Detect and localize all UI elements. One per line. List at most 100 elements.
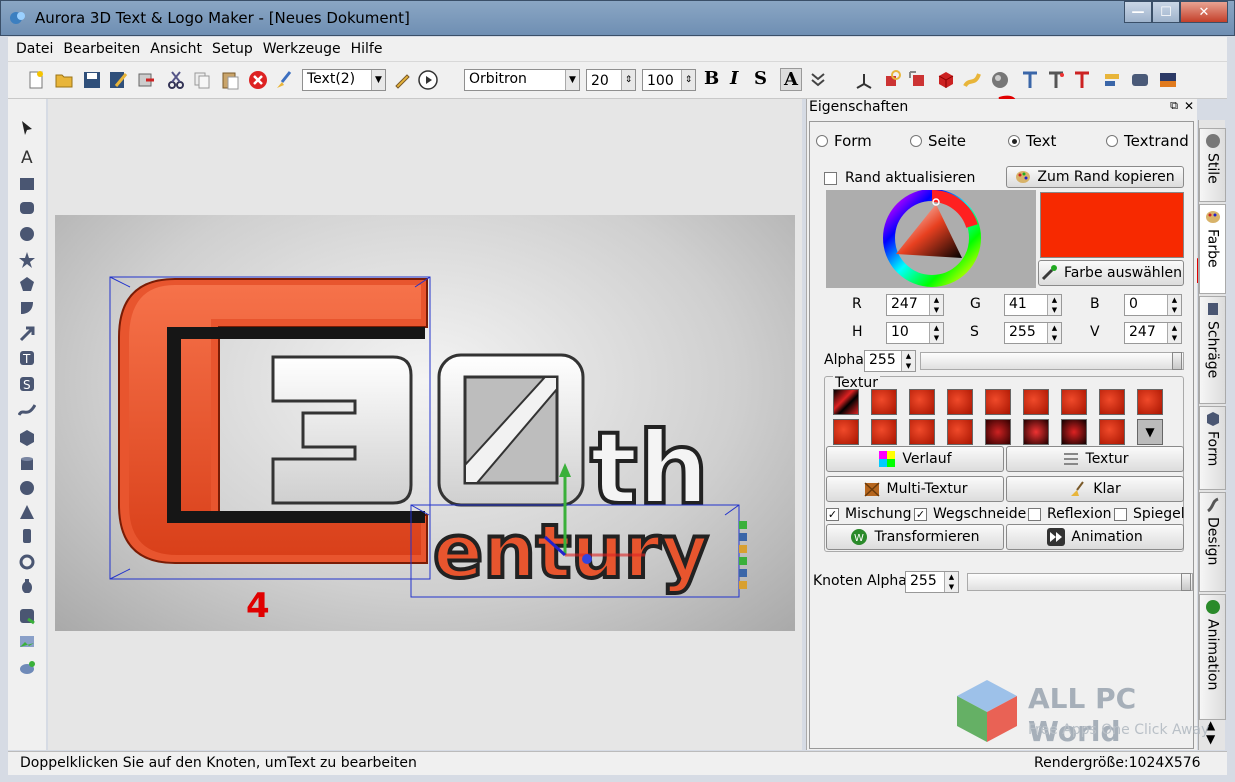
v-spinbox[interactable]: 247 ▲ ▼ [1124, 322, 1182, 344]
text-3d-icon[interactable] [1020, 70, 1040, 90]
texture-swatch[interactable] [947, 419, 973, 445]
scale-select[interactable]: 100 ⇕ [642, 69, 696, 91]
texture-swatch[interactable] [1137, 389, 1163, 415]
alpha-spinbox[interactable]: 255 ▲ ▼ [864, 350, 916, 372]
radio-text-circle[interactable] [1008, 135, 1020, 147]
radio-text[interactable]: Text [1008, 132, 1056, 150]
gradient-button[interactable]: Verlauf [826, 446, 1004, 472]
texture-swatch[interactable] [909, 389, 935, 415]
animation-button[interactable]: Animation [1006, 524, 1184, 550]
outline-button[interactable]: A [780, 68, 802, 91]
paste-icon[interactable] [220, 70, 240, 90]
transform-object-icon[interactable] [908, 70, 928, 90]
texture-swatch[interactable] [1061, 419, 1087, 445]
spin-arrows-icon[interactable]: ▲ ▼ [1167, 295, 1181, 315]
save-icon[interactable] [82, 70, 102, 90]
arrow-tool-icon[interactable] [18, 325, 36, 343]
shape-twist-icon[interactable] [962, 70, 982, 90]
reflection-checkbox-box[interactable] [1028, 507, 1041, 521]
menu-ansicht[interactable]: Ansicht [150, 41, 202, 57]
close-button[interactable]: ✕ [1180, 1, 1228, 23]
maximize-button[interactable]: ☐ [1152, 1, 1180, 23]
texture-swatch[interactable] [833, 389, 859, 415]
export-icon[interactable] [136, 70, 156, 90]
effect-tool-icon[interactable] [18, 659, 36, 677]
cone-icon[interactable] [18, 503, 36, 521]
pentagon-tool-icon[interactable] [18, 275, 36, 293]
delete-icon[interactable] [248, 70, 268, 90]
spin-arrows-icon[interactable]: ▲ ▼ [1047, 323, 1061, 343]
sphere-tool-icon[interactable] [18, 479, 36, 497]
axis-icon[interactable] [854, 70, 874, 90]
font-size-select[interactable]: 20 ⇕ [586, 69, 636, 91]
script-tool-icon[interactable] [18, 607, 36, 625]
texture-swatch[interactable] [1023, 389, 1049, 415]
text-tool-icon[interactable]: A [18, 147, 36, 165]
shape-tool-icon[interactable] [18, 299, 36, 317]
path-tool-icon[interactable] [18, 401, 36, 419]
font-select[interactable]: Orbitron ▼ [464, 69, 580, 91]
g-spinbox[interactable]: 41 ▲ ▼ [1004, 294, 1062, 316]
h-spinbox[interactable]: 10 ▲ ▼ [886, 322, 944, 344]
circle-tool-icon[interactable] [18, 225, 36, 243]
pillar-icon[interactable] [18, 527, 36, 545]
align-icon[interactable] [1102, 70, 1122, 90]
radio-textrand[interactable]: Textrand [1106, 132, 1189, 150]
torus-icon[interactable] [18, 553, 36, 571]
strike-button[interactable]: S [754, 68, 767, 89]
image-icon[interactable] [1158, 70, 1178, 90]
texture-swatch[interactable] [871, 419, 897, 445]
cutaway-checkbox-box[interactable]: ✓ [914, 507, 927, 521]
rand-update-box[interactable] [824, 171, 837, 185]
box-3d-icon[interactable] [18, 429, 36, 447]
texture-swatch[interactable] [1061, 389, 1087, 415]
radio-form[interactable]: Form [816, 132, 872, 150]
menu-datei[interactable]: Datei [16, 41, 53, 57]
texture-swatch[interactable] [1099, 389, 1125, 415]
text-color-icon[interactable] [1072, 70, 1092, 90]
spin-arrows-icon[interactable]: ▲ ▼ [1167, 323, 1181, 343]
minimize-button[interactable]: — [1124, 1, 1152, 23]
spin-arrows-icon[interactable]: ▲ ▼ [1047, 295, 1061, 315]
cut-icon[interactable] [166, 70, 186, 90]
edit-pencil-icon[interactable] [392, 70, 412, 90]
rotate-object-icon[interactable] [882, 70, 902, 90]
background-icon[interactable] [1130, 70, 1150, 90]
canvas-area[interactable]: th entury [48, 99, 802, 750]
s-spinbox[interactable]: 255 ▲ ▼ [1004, 322, 1062, 344]
texture-swatch[interactable] [985, 419, 1011, 445]
tab-farbe[interactable]: Farbe [1199, 204, 1226, 294]
rounded-rect-tool-icon[interactable] [18, 199, 36, 217]
texture-swatch[interactable] [947, 389, 973, 415]
texture-swatch[interactable] [909, 419, 935, 445]
copy-icon[interactable] [192, 70, 212, 90]
multi-texture-button[interactable]: Multi-Textur [826, 476, 1004, 502]
dropdown-arrow-icon[interactable]: ▼ [565, 70, 579, 90]
cylinder-icon[interactable] [18, 455, 36, 473]
vase-icon[interactable] [18, 577, 36, 595]
alpha-slider-handle[interactable] [1172, 352, 1182, 370]
menu-werkzeuge[interactable]: Werkzeuge [263, 41, 341, 57]
r-spinbox[interactable]: 247 ▲ ▼ [886, 294, 944, 316]
texture-swatch[interactable] [833, 419, 859, 445]
node-alpha-slider[interactable] [967, 573, 1193, 591]
radio-seite-circle[interactable] [910, 135, 922, 147]
alpha-slider[interactable] [920, 352, 1184, 370]
menu-bearbeiten[interactable]: Bearbeiten [63, 41, 140, 57]
pick-color-button[interactable]: Farbe auswählen [1038, 260, 1184, 286]
text-block-tool-icon[interactable]: T [18, 349, 36, 367]
text-object-select[interactable]: Text(2) ▼ [302, 69, 386, 91]
text-style-icon[interactable] [1046, 70, 1066, 90]
radio-textrand-circle[interactable] [1106, 135, 1118, 147]
mirror-checkbox-box[interactable] [1114, 507, 1127, 521]
menu-setup[interactable]: Setup [212, 41, 253, 57]
mix-checkbox-box[interactable]: ✓ [826, 507, 839, 521]
dropdown-arrow-icon[interactable]: ▼ [371, 70, 385, 90]
save-as-icon[interactable] [108, 70, 128, 90]
spin-arrows-icon[interactable]: ▲ ▼ [944, 572, 958, 592]
color-wheel-icon[interactable] [826, 189, 1036, 288]
tab-form[interactable]: Form [1199, 406, 1226, 490]
spin-arrows-icon[interactable]: ▲ ▼ [929, 295, 943, 315]
tab-schraege[interactable]: Schräge [1199, 296, 1226, 404]
picture-tool-icon[interactable] [18, 633, 36, 651]
